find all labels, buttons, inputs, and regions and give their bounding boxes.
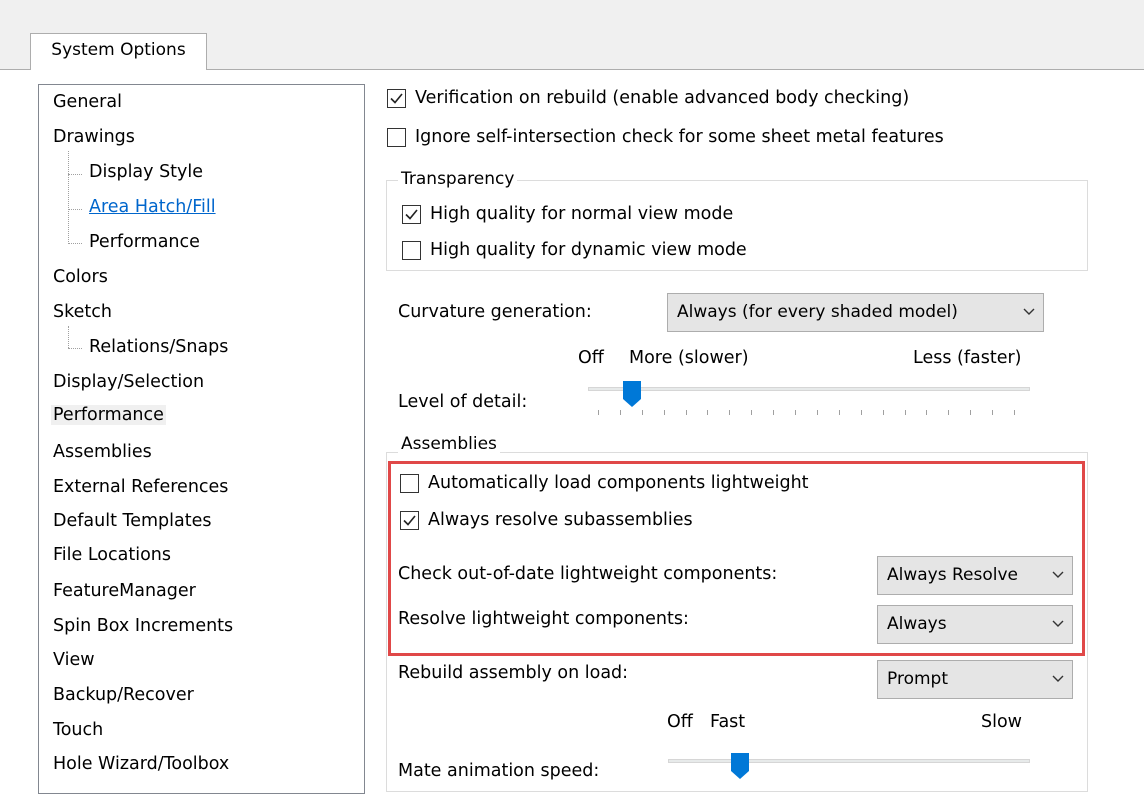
- chevron-down-icon: [1052, 675, 1064, 682]
- slider-tick: [926, 410, 927, 415]
- tree-item-relations-snaps[interactable]: Relations/Snaps: [89, 337, 228, 357]
- transparency-group-title: Transparency: [398, 169, 518, 189]
- tree-connector: [68, 326, 69, 348]
- slider-tick: [751, 410, 752, 415]
- high-quality-normal-label[interactable]: High quality for normal view mode: [430, 204, 733, 224]
- lod-less-label: Less (faster): [913, 348, 1022, 368]
- slider-tick: [707, 410, 708, 415]
- tree-item-general[interactable]: General: [53, 92, 122, 112]
- tree-item-hole-wizard-toolbox[interactable]: Hole Wizard/Toolbox: [53, 754, 229, 774]
- slider-track: [668, 759, 1030, 763]
- tree-item-assemblies[interactable]: Assemblies: [53, 442, 152, 462]
- slider-thumb[interactable]: [730, 752, 750, 780]
- tree-item-file-locations[interactable]: File Locations: [53, 545, 171, 565]
- tree-item-view[interactable]: View: [53, 650, 95, 670]
- curvature-generation-dropdown[interactable]: Always (for every shaded model): [667, 293, 1044, 332]
- high-quality-dynamic-label[interactable]: High quality for dynamic view mode: [430, 240, 747, 260]
- rebuild-on-load-dropdown[interactable]: Prompt: [877, 660, 1073, 699]
- check-out-of-date-label: Check out-of-date lightweight components…: [398, 564, 778, 584]
- level-of-detail-label: Level of detail:: [398, 392, 528, 412]
- resolve-lightweight-dropdown[interactable]: Always: [877, 605, 1073, 644]
- slider-tick: [839, 410, 840, 415]
- check-out-of-date-dropdown[interactable]: Always Resolve: [877, 556, 1073, 595]
- slider-tick: [686, 410, 687, 415]
- lod-more-label: More (slower): [629, 348, 749, 368]
- curvature-generation-value: Always (for every shaded model): [677, 302, 958, 322]
- slider-tick: [905, 410, 906, 415]
- mate-animation-speed-slider[interactable]: [668, 752, 1030, 781]
- checkmark-icon: [403, 515, 416, 526]
- mate-off-label: Off: [667, 712, 693, 732]
- slider-tick: [795, 410, 796, 415]
- slider-tick: [948, 410, 949, 415]
- mate-slow-label: Slow: [981, 712, 1022, 732]
- tree-connector: [68, 174, 82, 175]
- slider-tick: [970, 410, 971, 415]
- tab-system-options[interactable]: System Options: [30, 33, 207, 70]
- slider-tick: [664, 410, 665, 415]
- tree-item-drawings[interactable]: Drawings: [53, 127, 135, 147]
- ignore-self-intersection-label[interactable]: Ignore self-intersection check for some …: [415, 127, 944, 147]
- tree-item-external-references[interactable]: External References: [53, 477, 228, 497]
- lod-off-label: Off: [578, 348, 604, 368]
- checkmark-icon: [390, 93, 403, 104]
- slider-tick: [1014, 410, 1015, 415]
- tree-item-area-hatch-fill[interactable]: Area Hatch/Fill: [89, 197, 216, 217]
- mate-animation-speed-label: Mate animation speed:: [398, 761, 600, 781]
- tree-item-default-templates[interactable]: Default Templates: [53, 511, 211, 531]
- tree-item-featuremanager[interactable]: FeatureManager: [53, 581, 196, 601]
- mate-fast-label: Fast: [710, 712, 746, 732]
- resolve-lightweight-label: Resolve lightweight components:: [398, 609, 689, 629]
- checkmark-icon: [405, 209, 418, 220]
- rebuild-on-load-value: Prompt: [887, 669, 948, 689]
- tree-item-display-selection[interactable]: Display/Selection: [53, 372, 204, 392]
- tree-item-backup-recover[interactable]: Backup/Recover: [53, 685, 194, 705]
- verification-label[interactable]: Verification on rebuild (enable advanced…: [415, 88, 909, 108]
- level-of-detail-slider[interactable]: [588, 380, 1030, 425]
- high-quality-normal-checkbox[interactable]: [402, 205, 421, 224]
- always-resolve-subassemblies-checkbox[interactable]: [400, 511, 419, 530]
- tree-item-sketch[interactable]: Sketch: [53, 302, 112, 322]
- auto-load-lightweight-label[interactable]: Automatically load components lightweigh…: [428, 473, 809, 493]
- always-resolve-subassemblies-label[interactable]: Always resolve subassemblies: [428, 510, 693, 530]
- slider-tick: [598, 410, 599, 415]
- high-quality-dynamic-checkbox[interactable]: [402, 241, 421, 260]
- slider-tick: [729, 410, 730, 415]
- assemblies-group-title: Assemblies: [398, 434, 500, 454]
- slider-tick: [620, 410, 621, 415]
- curvature-generation-label: Curvature generation:: [398, 302, 592, 322]
- tree-item-display-style[interactable]: Display Style: [89, 162, 203, 182]
- check-out-of-date-value: Always Resolve: [887, 565, 1019, 585]
- tree-item-touch[interactable]: Touch: [53, 720, 103, 740]
- ignore-self-intersection-checkbox[interactable]: [387, 128, 406, 147]
- auto-load-lightweight-checkbox[interactable]: [400, 474, 419, 493]
- slider-tick: [861, 410, 862, 415]
- tree-connector: [68, 151, 69, 242]
- tree-item-spin-box-increments[interactable]: Spin Box Increments: [53, 616, 233, 636]
- resolve-lightweight-value: Always: [887, 614, 947, 634]
- tab-gap: [31, 69, 206, 70]
- tree-item-performance[interactable]: Performance: [51, 405, 166, 425]
- chevron-down-icon: [1052, 571, 1064, 578]
- tree-connector: [68, 209, 82, 210]
- slider-tick: [773, 410, 774, 415]
- verification-checkbox[interactable]: [387, 89, 406, 108]
- chevron-down-icon: [1023, 308, 1035, 315]
- slider-tick: [642, 410, 643, 415]
- options-tree[interactable]: General Drawings Display Style Area Hatc…: [38, 84, 365, 794]
- tree-item-colors[interactable]: Colors: [53, 267, 108, 287]
- chevron-down-icon: [1052, 620, 1064, 627]
- slider-tick: [817, 410, 818, 415]
- tree-item-drawings-performance[interactable]: Performance: [89, 232, 200, 252]
- slider-track: [588, 387, 1030, 391]
- tree-connector: [68, 348, 82, 349]
- rebuild-on-load-label: Rebuild assembly on load:: [398, 663, 629, 683]
- slider-thumb[interactable]: [622, 380, 642, 408]
- slider-tick: [992, 410, 993, 415]
- tree-connector: [68, 243, 82, 244]
- slider-tick: [883, 410, 884, 415]
